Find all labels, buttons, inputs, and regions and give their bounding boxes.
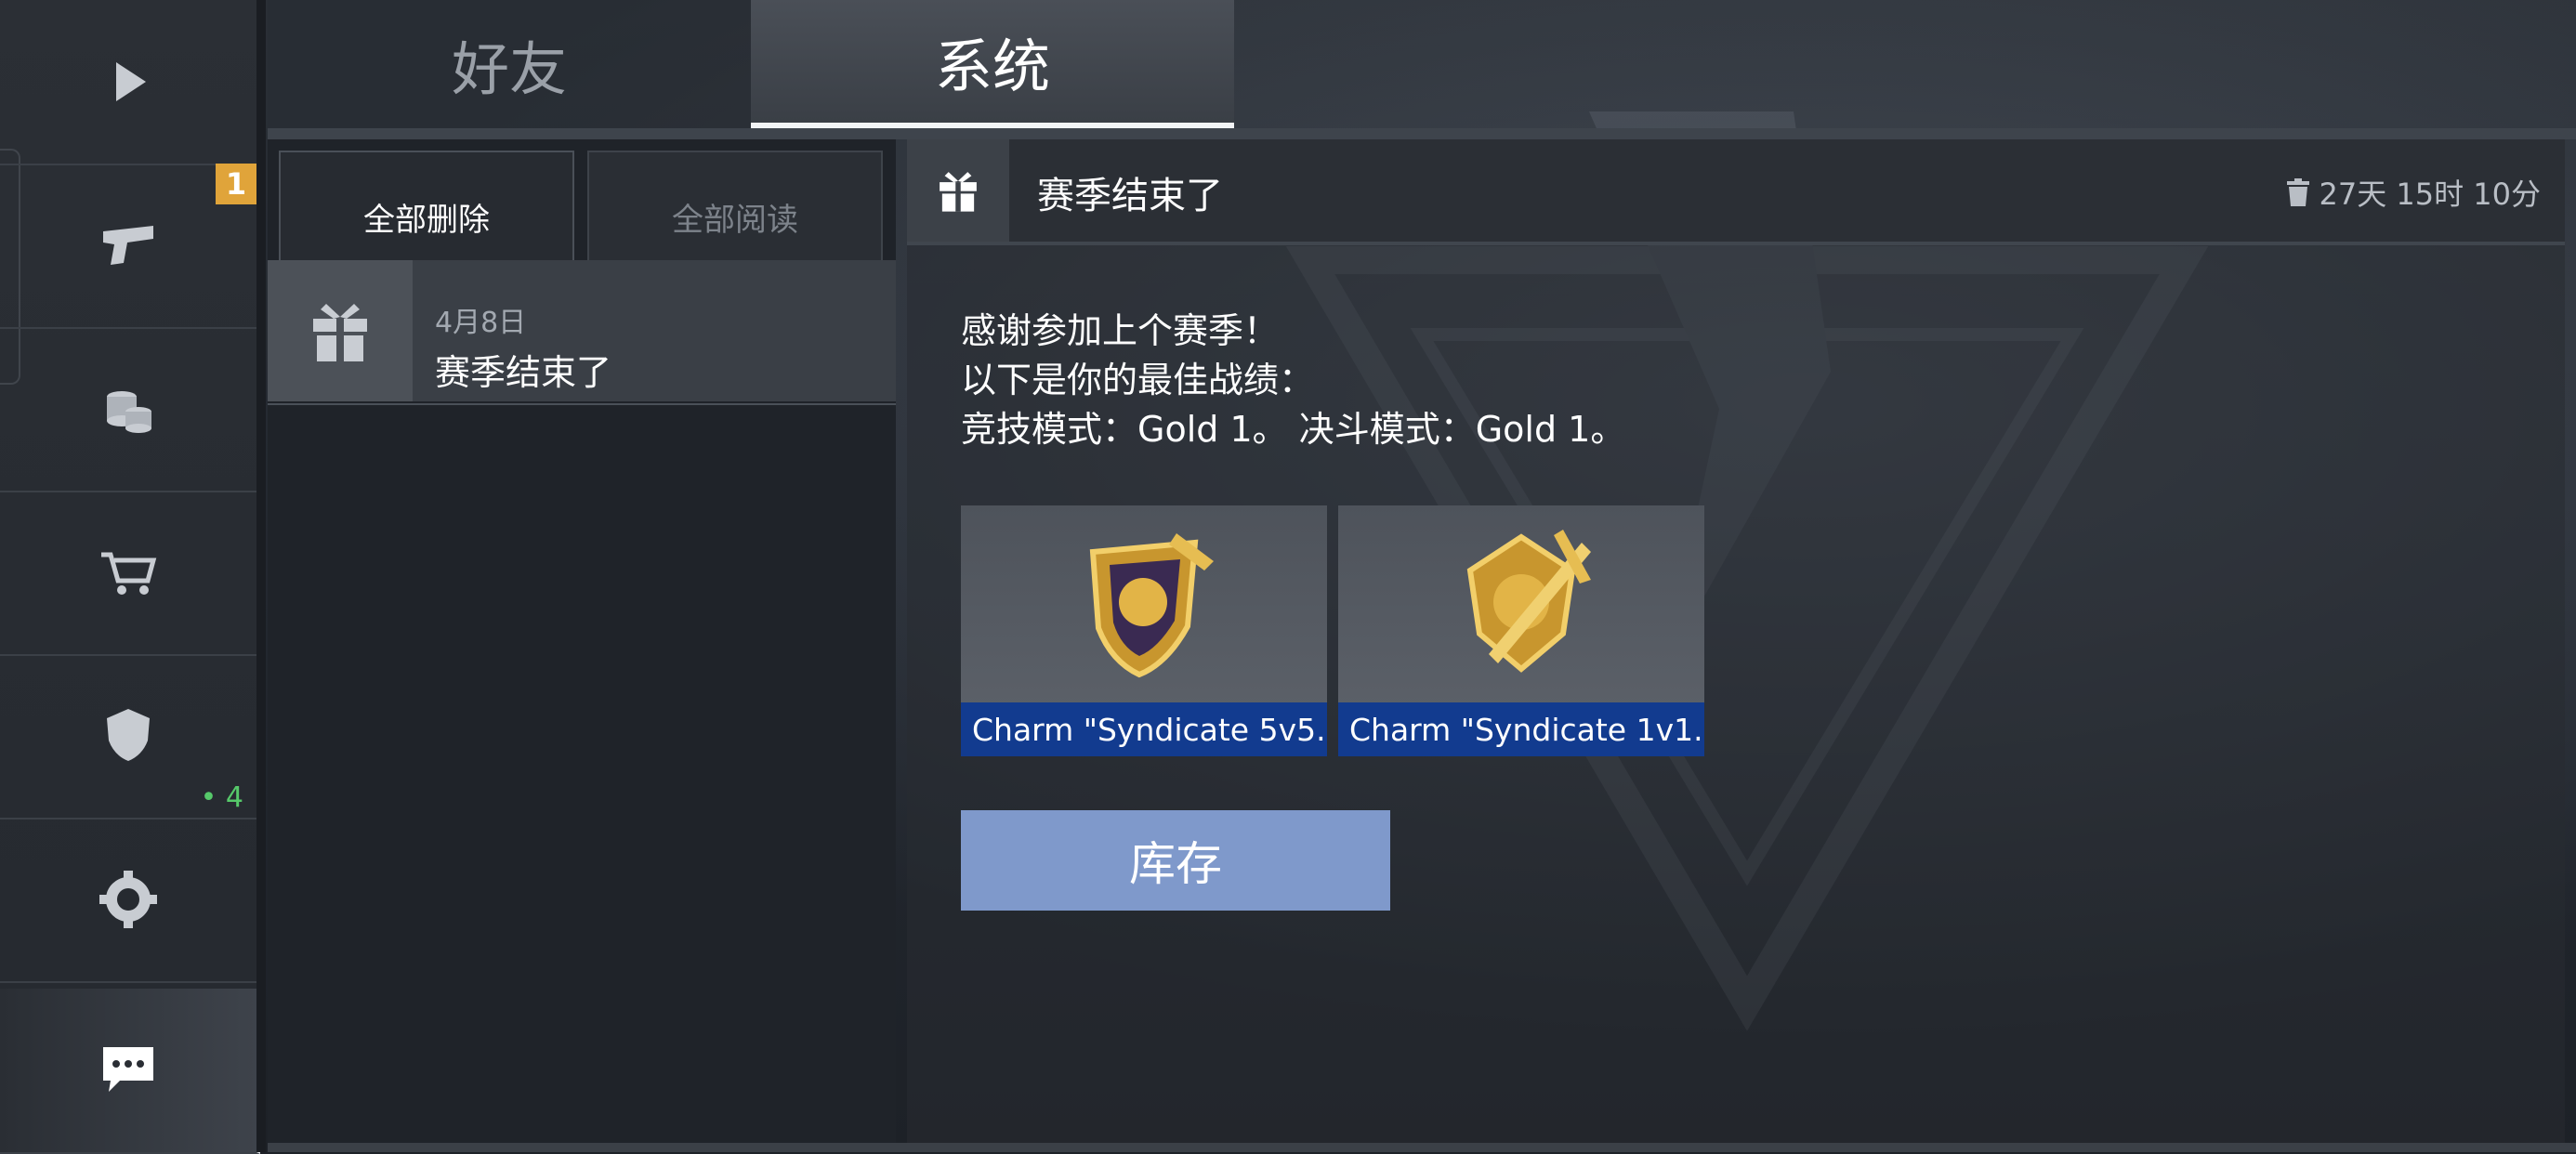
reward-item[interactable]: Charm "Syndicate 5v5... (961, 505, 1327, 756)
reward-art (961, 505, 1327, 701)
rank-shield-icon (107, 709, 150, 761)
reward-label: Charm "Syndicate 5v5... (961, 702, 1327, 756)
trash-icon (2287, 178, 2310, 206)
nav-play[interactable] (0, 0, 256, 165)
charm-emblem-icon (1466, 530, 1591, 673)
tab-friends[interactable]: 好友 (268, 0, 751, 128)
tab-system[interactable]: 系统 (751, 0, 1234, 128)
nav-settings[interactable] (0, 818, 256, 983)
nav-currency[interactable] (0, 327, 256, 492)
list-item[interactable]: 4月8日 赛季结束了 (268, 260, 896, 401)
detail-title: 赛季结束了 (1037, 175, 1223, 217)
nav-weapons[interactable]: 1 (0, 164, 256, 329)
list-divider (268, 403, 896, 405)
chat-icon (103, 1047, 153, 1092)
nav-shop[interactable] (0, 491, 256, 656)
detail-icon-box (907, 139, 1009, 242)
tab-bar: 好友 系统 (268, 0, 1234, 128)
inventory-button[interactable]: 库存 (961, 810, 1390, 911)
list-item-title: 赛季结束了 (435, 352, 612, 393)
message-list-panel: 全部删除 全部阅读 4月8日 赛季结束了 (268, 139, 896, 1143)
pistol-icon (103, 226, 153, 265)
nav-rank[interactable]: • 4 (0, 654, 256, 820)
detail-header: 赛季结束了 27天 15时 10分 (907, 139, 2565, 245)
expire-text: 27天 15时 10分 (2319, 177, 2541, 212)
rail-divider (256, 0, 266, 1152)
reward-art (1338, 505, 1704, 701)
gift-icon (313, 304, 367, 361)
rank-count: • 4 (200, 781, 243, 814)
reward-label: Charm "Syndicate 1v1... (1338, 702, 1704, 756)
reward-item[interactable]: Charm "Syndicate 1v1... (1338, 505, 1704, 756)
body-line: 感谢参加上个赛季！ (961, 310, 1280, 351)
nav-rail: 1 • 4 (0, 0, 260, 1154)
charm-shield-icon (1089, 533, 1214, 678)
cart-icon (101, 552, 157, 595)
body-line: 竞技模式：Gold 1。 决斗模式：Gold 1。 (961, 409, 1626, 450)
expire-timer: 27天 15时 10分 (2285, 171, 2541, 214)
weapons-badge: 1 (216, 164, 256, 204)
message-detail-panel: 赛季结束了 27天 15时 10分 感谢参加上个赛季！ 以下是你的最佳战绩： 竞… (907, 139, 2565, 1143)
list-item-icon-box (268, 260, 413, 401)
coins-icon (107, 391, 151, 433)
list-item-date: 4月8日 (435, 307, 527, 339)
gear-icon (99, 871, 157, 928)
tab-bar-divider (268, 128, 2576, 139)
bottom-border (268, 1143, 2576, 1152)
play-icon (116, 62, 146, 101)
message-body: 感谢参加上个赛季！ 以下是你的最佳战绩： 竞技模式：Gold 1。 决斗模式：G… (961, 307, 1625, 454)
nav-messages[interactable] (0, 989, 260, 1154)
body-line: 以下是你的最佳战绩： (961, 360, 1315, 400)
gift-icon (940, 172, 977, 212)
